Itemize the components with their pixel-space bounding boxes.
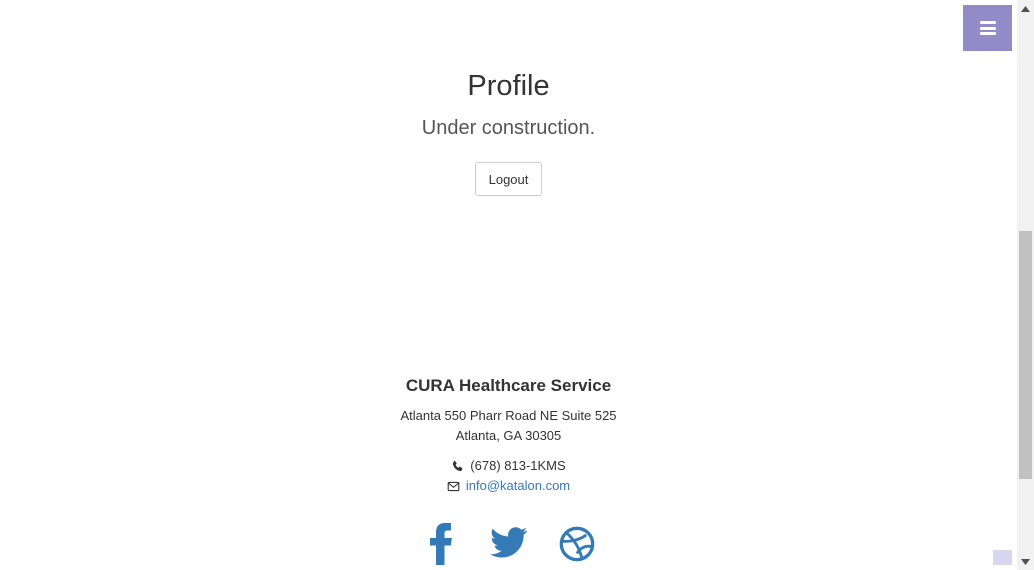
facebook-icon [429, 523, 452, 565]
address-line-1: Atlanta 550 Pharr Road NE Suite 525 [400, 408, 617, 423]
phone-icon [453, 460, 463, 471]
page-title: Profile [467, 70, 550, 102]
dribbble-icon [559, 526, 594, 562]
phone-row: (678) 813-1KMS [0, 456, 1017, 476]
twitter-link[interactable] [489, 523, 528, 567]
vertical-scrollbar[interactable] [1017, 0, 1034, 570]
envelope-icon [447, 481, 460, 491]
page: Profile Under construction. Logout CURA … [0, 0, 1034, 570]
dribbble-link[interactable] [558, 523, 596, 567]
facebook-link[interactable] [422, 523, 460, 567]
logout-button[interactable]: Logout [475, 162, 542, 196]
page-subtitle: Under construction. [421, 117, 596, 139]
hamburger-icon [979, 21, 996, 35]
footer-address: Atlanta 550 Pharr Road NE Suite 525 Atla… [0, 406, 1017, 446]
phone-number: (678) 813-1KMS [470, 458, 566, 473]
scroll-up-arrow-icon[interactable] [1017, 0, 1034, 17]
footer-company-name: CURA Healthcare Service [405, 376, 612, 395]
scroll-down-arrow-icon[interactable] [1017, 553, 1034, 570]
email-row: info@katalon.com [0, 476, 1017, 496]
back-to-top-button[interactable] [993, 550, 1012, 565]
footer-contact: (678) 813-1KMS info@katalon.com [0, 456, 1017, 496]
main-content: Profile Under construction. Logout CURA … [0, 0, 1017, 570]
email-link[interactable]: info@katalon.com [466, 476, 570, 496]
address-line-2: Atlanta, GA 30305 [455, 428, 562, 443]
scrollbar-thumb[interactable] [1019, 231, 1032, 479]
social-links [0, 523, 1017, 567]
menu-toggle-button[interactable] [963, 5, 1012, 51]
twitter-icon [489, 527, 527, 558]
